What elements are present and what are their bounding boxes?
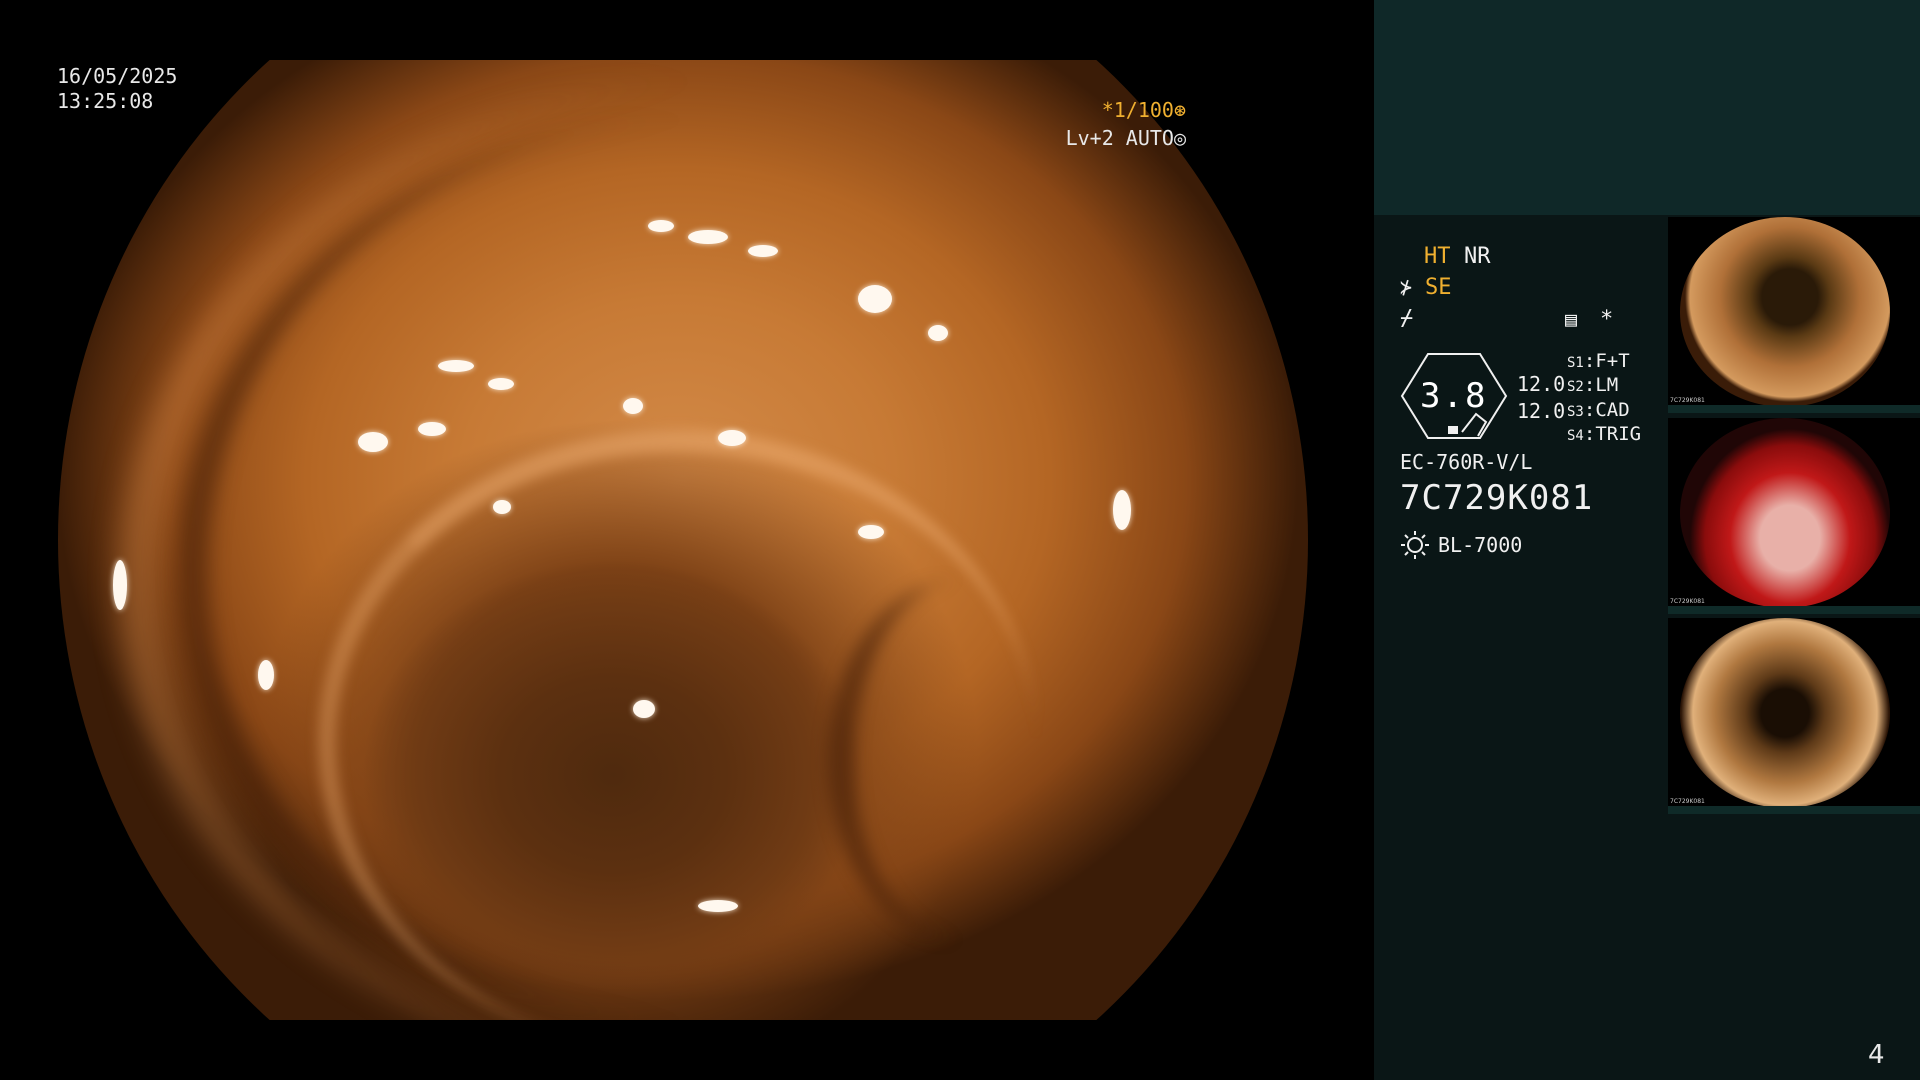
thumbnail-serial: 7C729K081 [1670, 798, 1705, 805]
value-lower: 12.0 [1517, 399, 1566, 423]
thumbnail-image [1680, 418, 1890, 608]
switch-label: TRIG [1595, 423, 1642, 445]
switch-2: S2:LM [1567, 374, 1619, 396]
switch-1: S1:F+T [1567, 350, 1630, 372]
endoscope-image [58, 60, 1308, 1020]
light-reflection [358, 432, 388, 452]
light-source-label: BL-7000 [1438, 533, 1523, 557]
scope-serial: 7C729K081 [1400, 478, 1594, 518]
light-reflection [1113, 490, 1131, 530]
light-reflection [438, 360, 474, 372]
thumbnail-2[interactable]: 7C729K081 [1668, 418, 1920, 614]
light-reflection [718, 430, 746, 446]
light-reflection [928, 325, 948, 341]
thumbnail-serial: 7C729K081 [1670, 598, 1705, 605]
panel-header [1374, 0, 1920, 215]
light-reflection [858, 285, 892, 313]
ht-indicator: HT [1424, 244, 1451, 269]
switch-4: S4:TRIG [1567, 423, 1642, 445]
thumbnail-strip [1668, 606, 1920, 614]
gauge-value: 3.8 [1420, 376, 1488, 416]
light-reflection [113, 560, 127, 610]
thumbnail-serial: 7C729K081 [1670, 397, 1705, 404]
scope-model: EC-760R-V/L [1400, 450, 1533, 474]
thumbnail-image [1680, 217, 1890, 407]
light-reflection [623, 398, 643, 414]
structure-enhance-icon: ⊁ [1400, 275, 1413, 299]
thumbnail-image [1680, 618, 1890, 808]
thumbnail-strip [1668, 806, 1920, 814]
se-indicator: SE [1425, 275, 1452, 300]
date-display: 16/05/2025 [57, 64, 178, 88]
switch-3: S3:CAD [1567, 399, 1630, 421]
thumbnail-1[interactable]: 7C729K081 [1668, 217, 1920, 413]
light-reflection [648, 220, 674, 232]
star-indicator: * [1600, 307, 1614, 332]
page-number: 4 [1868, 1040, 1885, 1070]
iris-level-indicator: Lv+2 AUTO◎ [1065, 126, 1186, 150]
switch-key: S3 [1567, 404, 1584, 420]
nr-indicator: NR [1464, 244, 1491, 269]
value-upper: 12.0 [1517, 372, 1566, 396]
time-display: 13:25:08 [57, 89, 154, 113]
switch-key: S1 [1567, 355, 1584, 371]
flat-mode-icon: ⌿ [1400, 306, 1414, 331]
memory-icon: ▤ [1565, 307, 1578, 331]
light-reflection [748, 245, 778, 257]
switch-label: CAD [1595, 399, 1630, 421]
mucosal-ridge [828, 580, 1094, 940]
light-reflection [258, 660, 274, 690]
light-reflection [418, 422, 446, 436]
switch-key: S4 [1567, 428, 1584, 444]
thumbnail-strip [1668, 405, 1920, 413]
light-reflection [858, 525, 884, 539]
light-reflection [493, 500, 511, 514]
shutter-speed-indicator: *1/100⊛ [1101, 98, 1186, 122]
light-source-icon [1401, 531, 1429, 559]
thumbnail-3[interactable]: 7C729K081 [1668, 618, 1920, 814]
switch-label: LM [1595, 374, 1619, 396]
switch-label: F+T [1595, 350, 1630, 372]
light-reflection [698, 900, 738, 912]
light-reflection [488, 378, 514, 390]
light-reflection [688, 230, 728, 244]
light-reflection [633, 700, 655, 718]
switch-key: S2 [1567, 379, 1584, 395]
